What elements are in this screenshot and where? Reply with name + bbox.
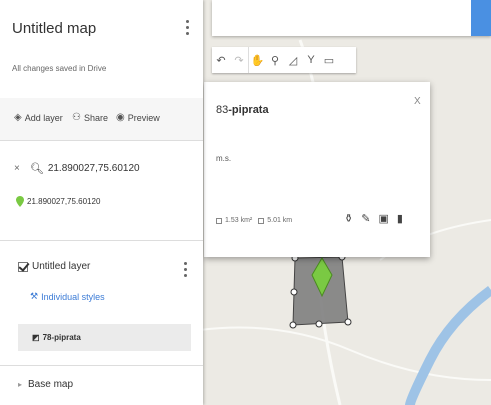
edit-pencil-icon[interactable]: ✎: [361, 212, 370, 225]
delete-trash-icon[interactable]: ▮: [397, 212, 403, 225]
layer-options-icon[interactable]: [182, 262, 188, 278]
map-toolbar: ↶ ↷ ✋ ⚲ ◿ Y ▭: [212, 47, 356, 73]
map-title[interactable]: Untitled map: [12, 20, 96, 37]
search-result-text: 21.890027,75.60120: [47, 163, 140, 174]
divider: [0, 240, 203, 241]
map-legend-panel: Untitled map All changes saved in Drive …: [0, 0, 203, 405]
layer-header[interactable]: Untitled layer: [18, 261, 90, 272]
style-bucket-icon[interactable]: ⚱: [344, 212, 353, 225]
popup-title: 83-piprata: [216, 104, 269, 116]
hand-tool-icon[interactable]: ✋: [248, 47, 266, 73]
layer-name[interactable]: Untitled layer: [32, 261, 90, 272]
pin-coordinates: 21.890027,75.60120: [27, 197, 101, 206]
perimeter-icon: [258, 217, 265, 224]
paint-roller-icon: ⚒: [30, 291, 39, 301]
feature-name: 78-piprata: [42, 333, 81, 342]
perimeter-value: 5.01 km: [267, 217, 293, 224]
individual-styles-link[interactable]: ⚒ Individual styles: [30, 291, 105, 302]
directions-icon[interactable]: Y: [302, 47, 320, 73]
divider: [0, 140, 203, 141]
panel-toolbar: ◈ Add layer ⚇ Share ◉ Preview: [0, 98, 203, 140]
add-photo-icon[interactable]: ▣: [378, 212, 388, 225]
area-value: 1.53 km²: [225, 217, 253, 224]
undo-icon[interactable]: ↶: [212, 47, 230, 73]
layers-icon: ◈: [14, 112, 22, 123]
preview-button[interactable]: ◉ Preview: [116, 112, 160, 123]
clear-search-icon[interactable]: ×: [14, 163, 20, 174]
save-status: All changes saved in Drive: [12, 64, 107, 73]
search-button[interactable]: [471, 0, 491, 36]
eye-icon: ◉: [116, 112, 125, 123]
base-map-row[interactable]: ▸ Base map: [18, 379, 73, 390]
measure-icon[interactable]: ▭: [320, 47, 338, 73]
green-pin-icon: [16, 196, 24, 207]
divider: [0, 365, 203, 366]
search-icon: 🔍︎: [29, 163, 44, 175]
popup-measurements: 1.53 km² 5.01 km: [216, 217, 292, 224]
add-person-icon: ⚇: [72, 112, 81, 123]
collapse-arrow-icon[interactable]: ▸: [18, 380, 22, 389]
add-marker-icon[interactable]: ⚲: [266, 47, 284, 73]
layer-visibility-checkbox[interactable]: [18, 261, 28, 272]
popup-actions: ⚱ ✎ ▣ ▮: [344, 212, 403, 225]
popup-description: m.s.: [216, 154, 232, 163]
search-result-pin-row[interactable]: 21.890027,75.60120: [16, 196, 100, 207]
map-options-icon[interactable]: [184, 20, 190, 36]
map-search-bar[interactable]: [212, 0, 491, 36]
add-layer-button[interactable]: ◈ Add layer: [14, 112, 63, 123]
area-icon: [216, 217, 222, 224]
search-result-row[interactable]: × 🔍︎ 21.890027,75.60120: [14, 162, 140, 175]
redo-icon[interactable]: ↷: [230, 47, 248, 73]
share-button[interactable]: ⚇ Share: [72, 112, 108, 123]
polygon-icon: ◩: [32, 333, 40, 342]
base-map-label: Base map: [28, 379, 74, 390]
feature-list-item[interactable]: ◩ 78-piprata: [18, 324, 191, 351]
feature-info-popup: 83-piprata X m.s. 1.53 km² 5.01 km ⚱ ✎ ▣…: [204, 82, 430, 257]
draw-line-icon[interactable]: ◿: [284, 47, 302, 73]
close-icon[interactable]: X: [414, 96, 421, 107]
